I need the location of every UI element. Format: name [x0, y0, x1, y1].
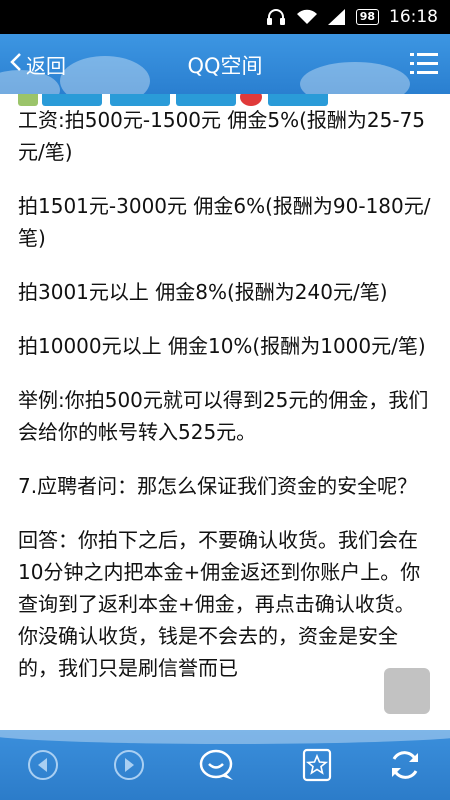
bottom-toolbar: [0, 730, 450, 800]
back-arrow-icon: [28, 750, 58, 780]
article-content[interactable]: 工资:拍500元-1500元 佣金5%(报酬为25-75元/笔) 拍1501元-…: [0, 94, 450, 730]
paragraph: 拍10000元以上 佣金10%(报酬为1000元/笔): [18, 334, 426, 358]
forward-arrow-icon: [114, 750, 144, 780]
signal-icon: [327, 9, 346, 25]
headphones-icon: [266, 8, 286, 26]
chat-bubble-icon: [199, 749, 233, 780]
status-bar: 98 16:18: [0, 0, 450, 34]
title-bar: 返回 QQ空间: [0, 34, 450, 94]
menu-icon: [410, 53, 438, 74]
page-title: QQ空间: [187, 54, 263, 78]
paragraph: 工资:拍500元-1500元 佣金5%(报酬为25-75元/笔): [18, 108, 426, 164]
wave-decoration: [0, 730, 450, 744]
back-nav-button[interactable]: [22, 744, 64, 786]
refresh-button[interactable]: [384, 744, 426, 786]
favorite-button[interactable]: [296, 744, 338, 786]
menu-button[interactable]: [410, 48, 438, 78]
wifi-icon: [296, 9, 318, 25]
clock: 16:18: [389, 7, 438, 27]
floating-scroll-button[interactable]: [384, 668, 430, 714]
paragraph: 举例:你拍500元就可以得到25元的佣金，我们会给你的帐号转入525元。: [18, 388, 429, 444]
chat-button[interactable]: [196, 744, 238, 786]
refresh-icon: [392, 751, 418, 779]
paragraph: 拍1501元-3000元 佣金6%(报酬为90-180元/笔): [18, 194, 431, 250]
paragraph: 7.应聘者问：那怎么保证我们资金的安全呢？: [18, 474, 418, 498]
battery-level: 98: [355, 9, 379, 25]
bookmark-star-icon: [302, 748, 332, 782]
article-text: 工资:拍500元-1500元 佣金5%(报酬为25-75元/笔) 拍1501元-…: [18, 104, 432, 706]
forward-nav-button[interactable]: [108, 744, 150, 786]
paragraph: 回答：你拍下之后，不要确认收货。我们会在10分钟之内把本金+佣金返还到你账户上。…: [18, 528, 421, 680]
paragraph: 拍3001元以上 佣金8%(报酬为240元/笔): [18, 280, 388, 304]
